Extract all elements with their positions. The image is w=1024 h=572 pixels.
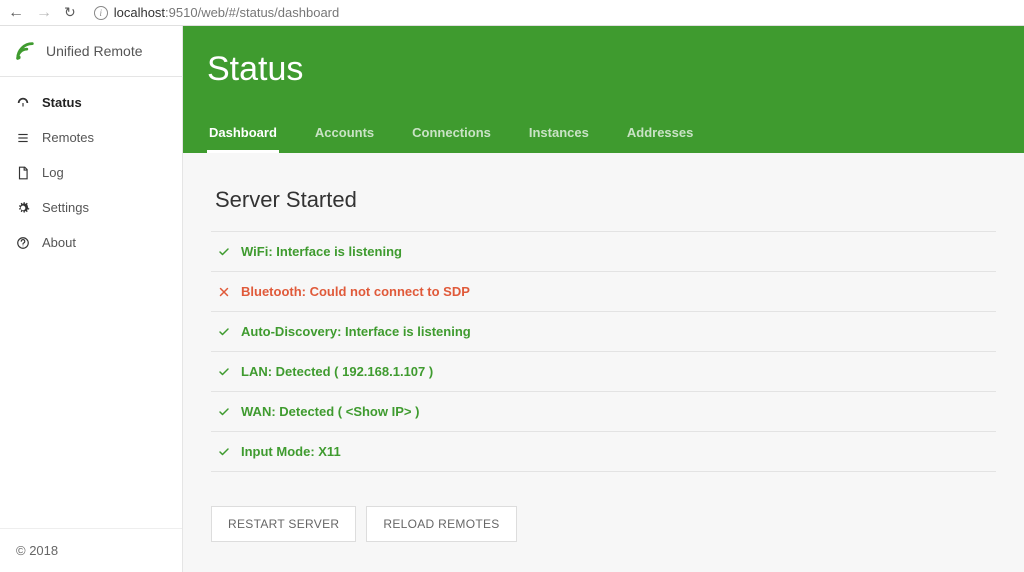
status-list: WiFi: Interface is listening Bluetooth: C… xyxy=(211,231,996,472)
status-row: LAN: Detected ( 192.168.1.107 ) xyxy=(211,351,996,391)
content: Server Started WiFi: Interface is listen… xyxy=(183,153,1024,572)
action-buttons: RESTART SERVER RELOAD REMOTES xyxy=(211,506,996,542)
check-icon xyxy=(217,406,231,418)
reload-icon[interactable]: ↻ xyxy=(64,4,76,21)
status-text: LAN: Detected ( 192.168.1.107 ) xyxy=(241,364,433,379)
tab-accounts[interactable]: Accounts xyxy=(313,115,376,153)
list-icon xyxy=(16,131,30,145)
brand-name: Unified Remote xyxy=(46,43,143,59)
brand: Unified Remote xyxy=(0,26,182,77)
sidebar-item-remotes[interactable]: Remotes xyxy=(0,120,182,155)
url-text: localhost:9510/web/#/status/dashboard xyxy=(114,5,340,20)
status-row: WiFi: Interface is listening xyxy=(211,231,996,271)
back-icon[interactable]: ← xyxy=(8,5,24,21)
forward-icon[interactable]: → xyxy=(36,5,52,21)
sidebar-item-label: Remotes xyxy=(42,130,94,145)
check-icon xyxy=(217,366,231,378)
tab-instances[interactable]: Instances xyxy=(527,115,591,153)
info-icon[interactable]: i xyxy=(94,6,108,20)
sidebar: Unified Remote Status Remotes Log Settings A… xyxy=(0,26,183,572)
address-bar[interactable]: i localhost:9510/web/#/status/dashboard xyxy=(94,5,1016,20)
x-icon xyxy=(217,286,231,298)
sidebar-item-label: Settings xyxy=(42,200,89,215)
sidebar-item-log[interactable]: Log xyxy=(0,155,182,190)
status-text: Bluetooth: Could not connect to SDP xyxy=(241,284,470,299)
sidebar-item-settings[interactable]: Settings xyxy=(0,190,182,225)
status-row: Bluetooth: Could not connect to SDP xyxy=(211,271,996,311)
restart-server-button[interactable]: RESTART SERVER xyxy=(211,506,356,542)
sidebar-nav: Status Remotes Log Settings About xyxy=(0,77,182,268)
check-icon xyxy=(217,446,231,458)
browser-toolbar: ← → ↻ i localhost:9510/web/#/status/dash… xyxy=(0,0,1024,26)
status-text: WiFi: Interface is listening xyxy=(241,244,402,259)
gear-icon xyxy=(16,201,30,215)
app-logo-icon xyxy=(14,40,36,62)
tab-dashboard[interactable]: Dashboard xyxy=(207,115,279,153)
status-text: Auto-Discovery: Interface is listening xyxy=(241,324,471,339)
tab-connections[interactable]: Connections xyxy=(410,115,493,153)
sidebar-item-label: About xyxy=(42,235,76,250)
reload-remotes-button[interactable]: RELOAD REMOTES xyxy=(366,506,516,542)
panel-title: Server Started xyxy=(215,187,996,213)
status-text: WAN: Detected ( <Show IP> ) xyxy=(241,404,419,419)
status-row: Auto-Discovery: Interface is listening xyxy=(211,311,996,351)
status-row: WAN: Detected ( <Show IP> ) xyxy=(211,391,996,431)
check-icon xyxy=(217,246,231,258)
sidebar-item-label: Log xyxy=(42,165,64,180)
tabs: Dashboard Accounts Connections Instances Add… xyxy=(207,115,1000,153)
main: Status Dashboard Accounts Connections Insta… xyxy=(183,26,1024,572)
tab-addresses[interactable]: Addresses xyxy=(625,115,695,153)
file-icon xyxy=(16,166,30,180)
check-icon xyxy=(217,326,231,338)
sidebar-item-status[interactable]: Status xyxy=(0,85,182,120)
dashboard-icon xyxy=(16,96,30,110)
sidebar-item-label: Status xyxy=(42,95,82,110)
status-row: Input Mode: X11 xyxy=(211,431,996,472)
sidebar-footer: © 2018 xyxy=(0,528,182,572)
sidebar-item-about[interactable]: About xyxy=(0,225,182,260)
page-header: Status Dashboard Accounts Connections Insta… xyxy=(183,26,1024,153)
status-text: Input Mode: X11 xyxy=(241,444,341,459)
help-icon xyxy=(16,236,30,250)
page-title: Status xyxy=(207,50,1000,89)
